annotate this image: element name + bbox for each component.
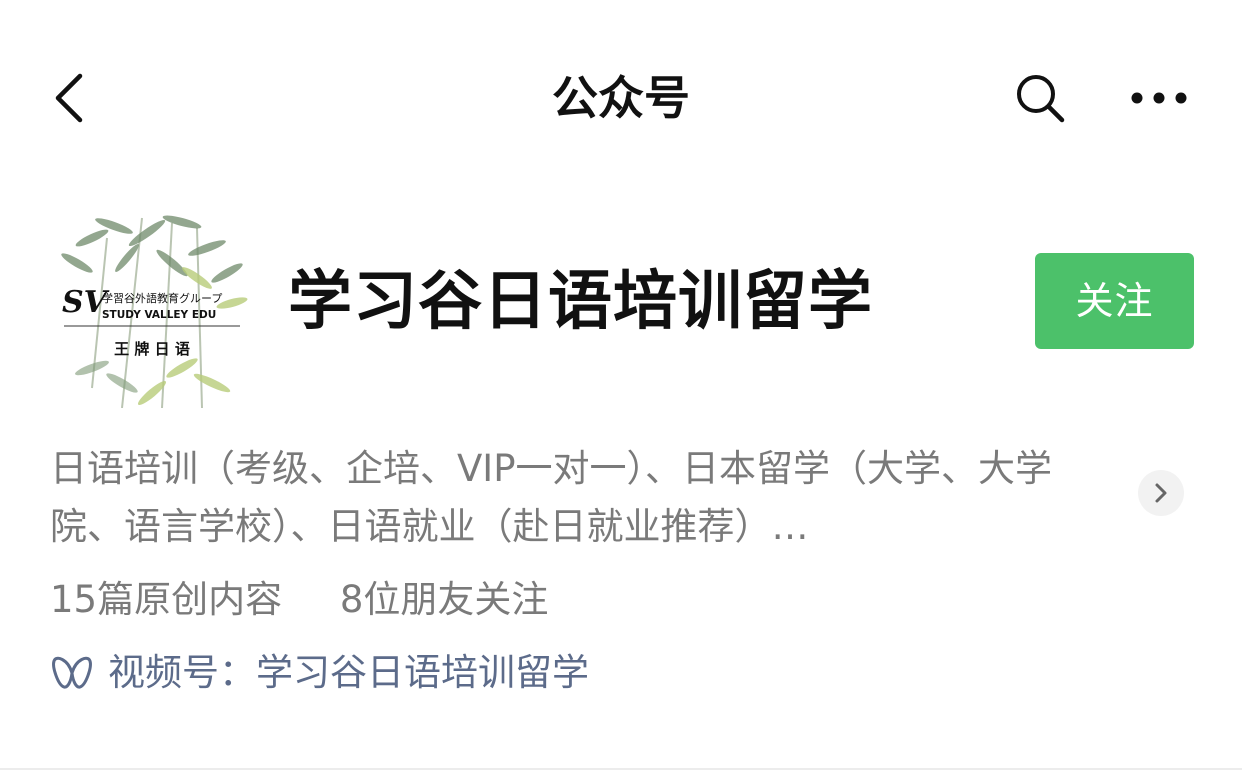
chevron-right-icon [1155,483,1167,503]
channels-butterfly-icon [50,651,94,695]
channels-link[interactable]: 视频号： 学习谷日语培训留学 [50,640,589,706]
back-button[interactable] [38,68,98,128]
account-name: 学习谷日语培训留学 [288,265,873,339]
search-icon [1017,75,1065,123]
expand-description-button[interactable] [1138,470,1184,516]
friends-following-count[interactable]: 8位朋友关注 [340,578,549,621]
official-account-profile-page: 公众号 SV 学習谷外語教育グループ STUDY VALLEY EDU 王 牌 … [0,0,1242,781]
original-articles-count[interactable]: 15篇原创内容 [50,578,282,621]
more-horizontal-icon [1131,92,1187,104]
top-nav-bar: 公众号 [0,0,1242,195]
follow-button[interactable]: 关注 [1035,253,1194,349]
account-avatar[interactable]: SV 学習谷外語教育グループ STUDY VALLEY EDU 王 牌 日 语 [52,208,252,408]
chevron-left-icon [55,73,83,123]
search-button[interactable] [1008,68,1072,128]
account-description[interactable]: 日语培训（考级、企培、VIP一对一）、日本留学（大学、大学院、语言学校）、日语就… [50,440,1125,556]
channels-label: 视频号： [108,651,256,694]
svg-text:STUDY VALLEY EDU: STUDY VALLEY EDU [102,309,216,321]
bamboo-logo-image: SV 学習谷外語教育グループ STUDY VALLEY EDU 王 牌 日 语 [61,215,248,408]
account-stats: 15篇原创内容 8位朋友关注 [50,570,548,630]
svg-text:王 牌 日 语: 王 牌 日 语 [114,340,190,358]
channels-name: 学习谷日语培训留学 [256,651,589,694]
svg-text:学習谷外語教育グループ: 学習谷外語教育グループ [102,291,222,305]
more-button[interactable] [1122,68,1196,128]
section-divider [0,768,1242,770]
